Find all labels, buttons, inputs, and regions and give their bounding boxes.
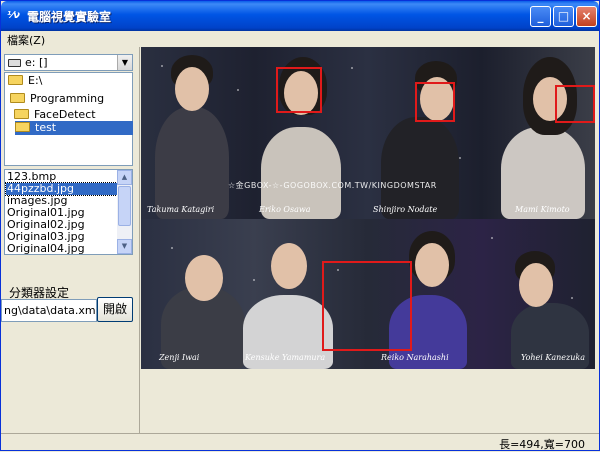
close-button[interactable]: × [576,6,597,27]
folder-open-icon [10,93,25,103]
minimize-button[interactable]: _ [530,6,551,27]
caption-name: Kensuke Yamamura [245,353,326,362]
open-button[interactable]: 開啟 [97,297,133,322]
person-5-face [185,255,223,301]
face-detection-box [415,82,455,122]
window-title: 電腦視覺實驗室 [27,10,112,24]
person-6-face [271,243,307,289]
directory-item-root[interactable]: E:\ [8,74,42,88]
caption-name: Shinjiro Nodate [373,205,438,214]
file-list[interactable]: 123.bmp 44pzzbd.jpg images.jpg Original0… [4,169,133,255]
folder-open-icon [14,109,29,119]
face-detection-box [276,67,322,113]
caption-name: Takuma Katagiri [147,205,215,214]
title-bar[interactable]: ⅟ν 電腦視覺實驗室 _ □ × [1,1,599,31]
classifier-path-input[interactable]: ng\data\data.xml [1,299,97,322]
scroll-thumb[interactable] [118,186,131,226]
face-detection-box [322,261,412,351]
caption-name: Mami Kimoto [515,205,570,214]
face-detection-box [555,85,595,123]
scroll-up-icon[interactable]: ▲ [117,170,132,185]
app-icon: ⅟ν [7,10,20,21]
file-list-scrollbar[interactable]: ▲ ▼ [117,170,132,254]
drive-value: e: [] [25,56,48,69]
caption-name: Zenji Iwai [159,353,200,362]
status-bar: 長=494,寬=700 [1,433,599,451]
app-window: ⅟ν 電腦視覺實驗室 _ □ × 檔案(Z) e: [] ▼ E:\ Progr… [0,0,600,451]
caption-name: Eriko Osawa [259,205,311,214]
caption-name: Yohei Kanezuka [521,353,586,362]
status-text: 長=494,寬=700 [499,438,585,451]
directory-item-programming[interactable]: Programming [10,92,104,106]
drive-icon [8,59,21,67]
face-detection-photo: ☆金GBOX-☆-GOGOBOX.COM.TW/KINGDOMSTAR Taku… [141,47,595,369]
watermark-text: ☆金GBOX-☆-GOGOBOX.COM.TW/KINGDOMSTAR [228,181,437,190]
drive-select[interactable]: e: [] ▼ [4,54,133,71]
scroll-down-icon[interactable]: ▼ [117,239,132,254]
person-1-face [175,67,209,111]
list-item[interactable]: Original04.jpg [6,243,117,255]
person-3-body [381,117,459,219]
menu-bar: 檔案(Z) [1,31,599,47]
folder-open-icon [8,75,23,85]
menu-file[interactable]: 檔案(Z) [7,32,45,48]
chevron-down-icon[interactable]: ▼ [117,55,132,70]
directory-item-test[interactable]: test [15,121,133,135]
directory-item-facedetect[interactable]: FaceDetect [14,108,96,122]
image-display-area: ☆金GBOX-☆-GOGOBOX.COM.TW/KINGDOMSTAR Taku… [141,47,599,433]
caption-name: Reiko Narahashi [381,353,449,362]
person-8-face [519,263,553,307]
folder-open-icon [15,122,30,132]
person-1-body [155,107,229,219]
directory-list[interactable]: E:\ Programming FaceDetect test [4,72,133,166]
maximize-button[interactable]: □ [553,6,574,27]
person-7-face [415,243,449,287]
